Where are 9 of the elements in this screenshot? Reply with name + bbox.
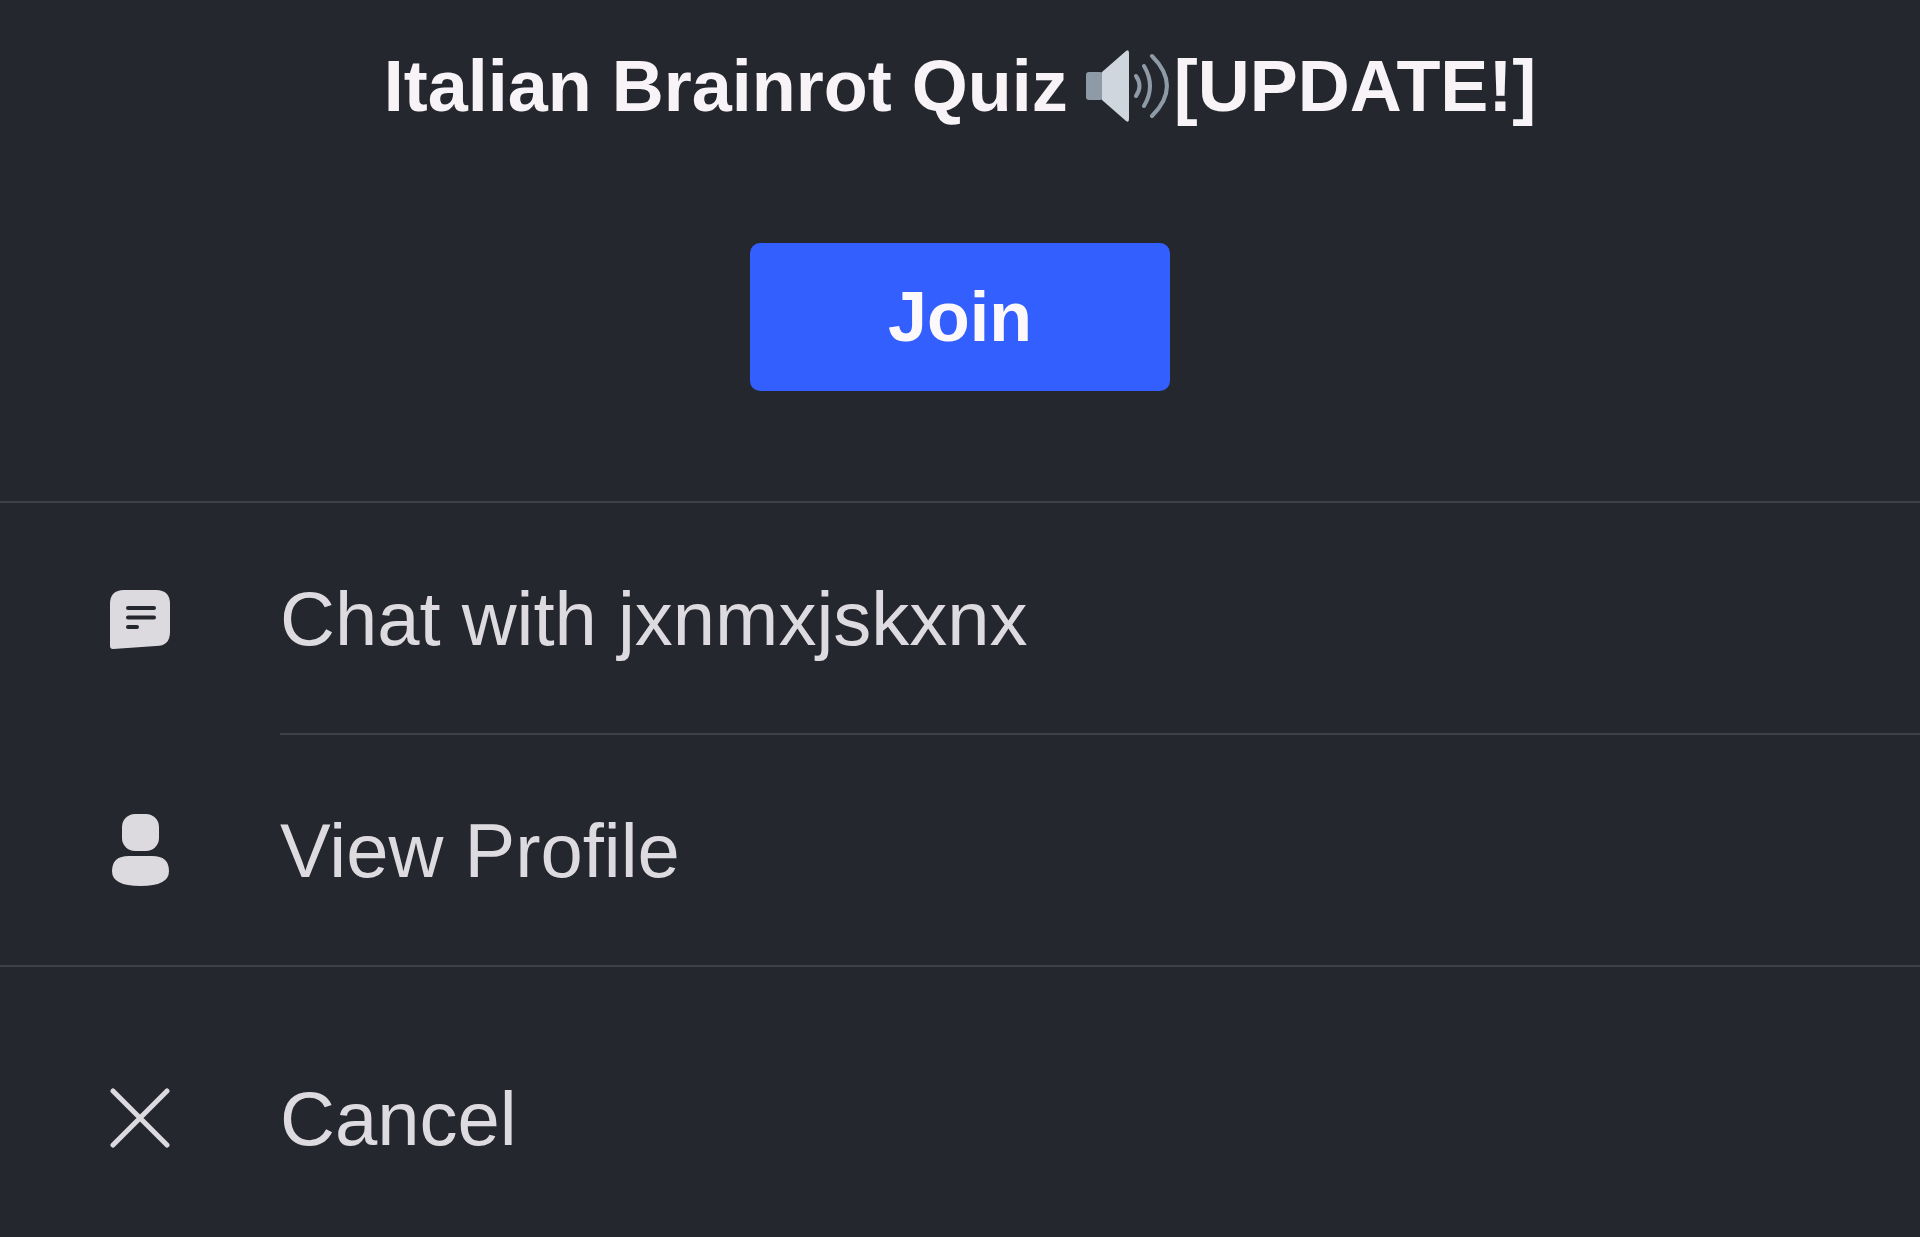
join-button[interactable]: Join (750, 243, 1170, 391)
menu-item[interactable]: View Profile (0, 735, 1920, 965)
menu-item[interactable]: Chat with jxnmxjskxnx (0, 503, 1920, 733)
menu-item[interactable]: Cancel (0, 1003, 1920, 1233)
game-title: Italian Brainrot Quiz (383, 45, 1068, 128)
chat-bubble-icon (110, 587, 170, 649)
close-icon (110, 1088, 170, 1148)
title-tag: [UPDATE!] (1173, 44, 1537, 128)
person-icon (111, 814, 169, 886)
